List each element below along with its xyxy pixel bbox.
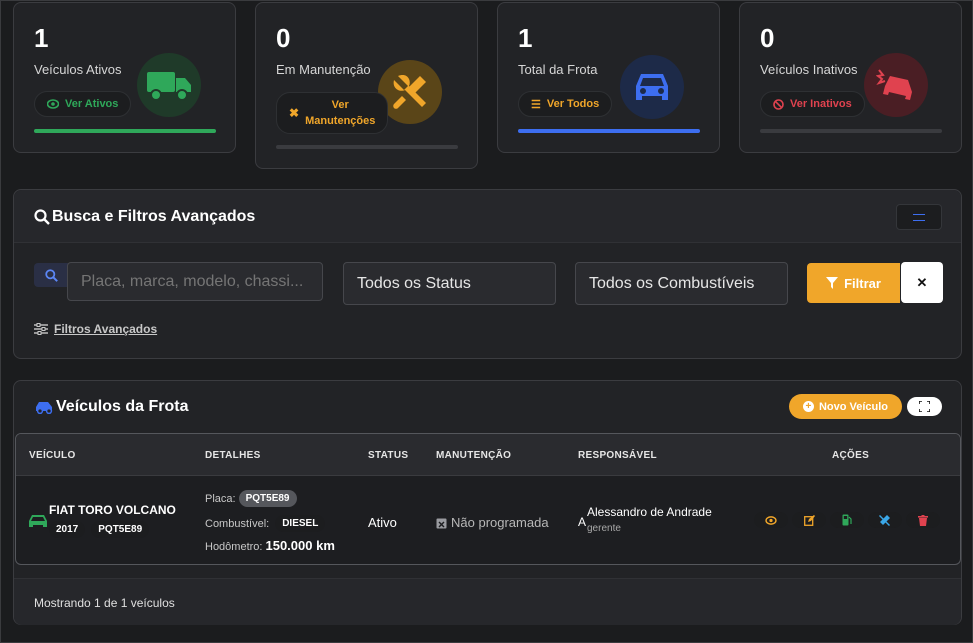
funnel-icon (826, 277, 839, 289)
view-all-label: Ver Todos (546, 98, 600, 110)
stat-progress-bar (34, 129, 216, 133)
col-responsible: RESPONSÁVEL (578, 450, 657, 461)
list-icon: ☰ (531, 98, 541, 111)
view-maintenance-button[interactable]: ✖ Ver Manutenções (276, 92, 389, 134)
view-vehicle-button[interactable] (754, 512, 788, 528)
stat-progress-bar (518, 129, 700, 133)
col-actions: AÇÕES (832, 450, 870, 461)
fuel-vehicle-button[interactable] (830, 512, 864, 528)
col-details: DETALHES (205, 450, 261, 461)
collapse-filters-button[interactable] (896, 204, 942, 230)
stat-label: Total da Frota (518, 62, 598, 77)
tools-icon: ✖ (289, 106, 300, 120)
stat-label: Veículos Inativos (760, 62, 858, 77)
fullscreen-button[interactable] (907, 397, 942, 416)
truck-icon (137, 53, 201, 117)
filters-header: Busca e Filtros Avançados (14, 190, 961, 243)
stat-card-inactive: 0 Veículos Inativos Ver Inativos (739, 2, 962, 153)
search-addon (34, 263, 68, 287)
col-status: STATUS (368, 450, 409, 461)
search-input[interactable] (67, 262, 323, 301)
fleet-panel: Veículos da Frota + Novo Veículo VEÍCULO… (13, 380, 962, 625)
stat-value: 0 (760, 23, 775, 53)
col-vehicle: VEÍCULO (29, 450, 76, 461)
view-active-button[interactable]: Ver Ativos (34, 91, 132, 117)
gas-pump-icon (842, 514, 852, 526)
filters-panel: Busca e Filtros Avançados Todos os Statu… (13, 189, 962, 359)
table-footer: Mostrando 1 de 1 veículos (14, 578, 961, 625)
sliders-icon (34, 323, 48, 335)
stat-card-maintenance: 0 Em Manutenção ✖ Ver Manutenções (255, 2, 478, 169)
view-inactive-label: Ver Inativos (790, 98, 852, 110)
filters-title: Busca e Filtros Avançados (34, 208, 255, 226)
advanced-filters-label: Filtros Avançados (54, 322, 158, 336)
ban-icon (773, 98, 784, 110)
view-all-button[interactable]: ☰ Ver Todos (518, 91, 613, 117)
fleet-title: Veículos da Frota (34, 398, 188, 416)
clear-filters-button[interactable]: ✕ (901, 262, 943, 303)
search-icon (44, 268, 58, 282)
stat-progress-bar (276, 145, 458, 149)
eye-icon (47, 99, 59, 109)
vehicles-table: VEÍCULO DETALHES STATUS MANUTENÇÃO RESPO… (15, 433, 961, 565)
stat-card-total: 1 Total da Frota ☰ Ver Todos (497, 2, 720, 153)
table-row[interactable]: FIAT TORO VOLCANO 2017 PQT5E89 Placa: PQ… (16, 476, 960, 564)
stat-label: Veículos Ativos (34, 62, 122, 77)
eye-icon (765, 515, 777, 525)
fleet-header: Veículos da Frota + Novo Veículo (14, 381, 961, 434)
table-header: VEÍCULO DETALHES STATUS MANUTENÇÃO RESPO… (16, 434, 960, 476)
edit-vehicle-button[interactable] (792, 512, 826, 528)
new-vehicle-label: Novo Veículo (818, 400, 889, 413)
view-maintenance-label-line1: Ver (331, 99, 349, 111)
status-select[interactable]: Todos os Status (343, 262, 556, 305)
expand-icon (919, 401, 930, 412)
stat-progress-bar (760, 129, 942, 133)
view-inactive-button[interactable]: Ver Inativos (760, 91, 865, 117)
stat-value: 1 (518, 23, 533, 53)
pagination-info: Mostrando 1 de 1 veículos (34, 596, 175, 610)
row-actions (16, 476, 960, 564)
fuel-select[interactable]: Todos os Combustíveis (575, 262, 788, 305)
filters-title-text: Busca e Filtros Avançados (52, 208, 256, 225)
tools-icon (879, 515, 890, 526)
minus-icon (913, 213, 925, 221)
stat-label: Em Manutenção (276, 62, 371, 77)
delete-vehicle-button[interactable] (906, 512, 940, 528)
maintenance-vehicle-button[interactable] (868, 512, 902, 528)
car-crash-icon (864, 53, 928, 117)
fleet-title-text: Veículos da Frota (56, 398, 189, 415)
close-icon: ✕ (916, 274, 928, 290)
stat-value: 1 (34, 23, 49, 53)
new-vehicle-button[interactable]: + Novo Veículo (789, 394, 902, 419)
search-icon (34, 209, 50, 225)
view-active-label: Ver Ativos (65, 98, 119, 110)
car-front-icon (620, 55, 684, 119)
col-maintenance: MANUTENÇÃO (436, 450, 512, 461)
filter-button[interactable]: Filtrar (807, 263, 900, 303)
view-maintenance-label-line2: Manutenções (305, 115, 376, 127)
plus-circle-icon: + (802, 401, 814, 412)
stat-card-active: 1 Veículos Ativos Ver Ativos (13, 2, 236, 153)
filter-button-label: Filtrar (844, 275, 881, 291)
trash-icon (918, 514, 928, 526)
edit-icon (803, 514, 815, 526)
stat-value: 0 (276, 23, 291, 53)
car-side-icon (36, 402, 53, 414)
advanced-filters-link[interactable]: Filtros Avançados (34, 322, 157, 336)
